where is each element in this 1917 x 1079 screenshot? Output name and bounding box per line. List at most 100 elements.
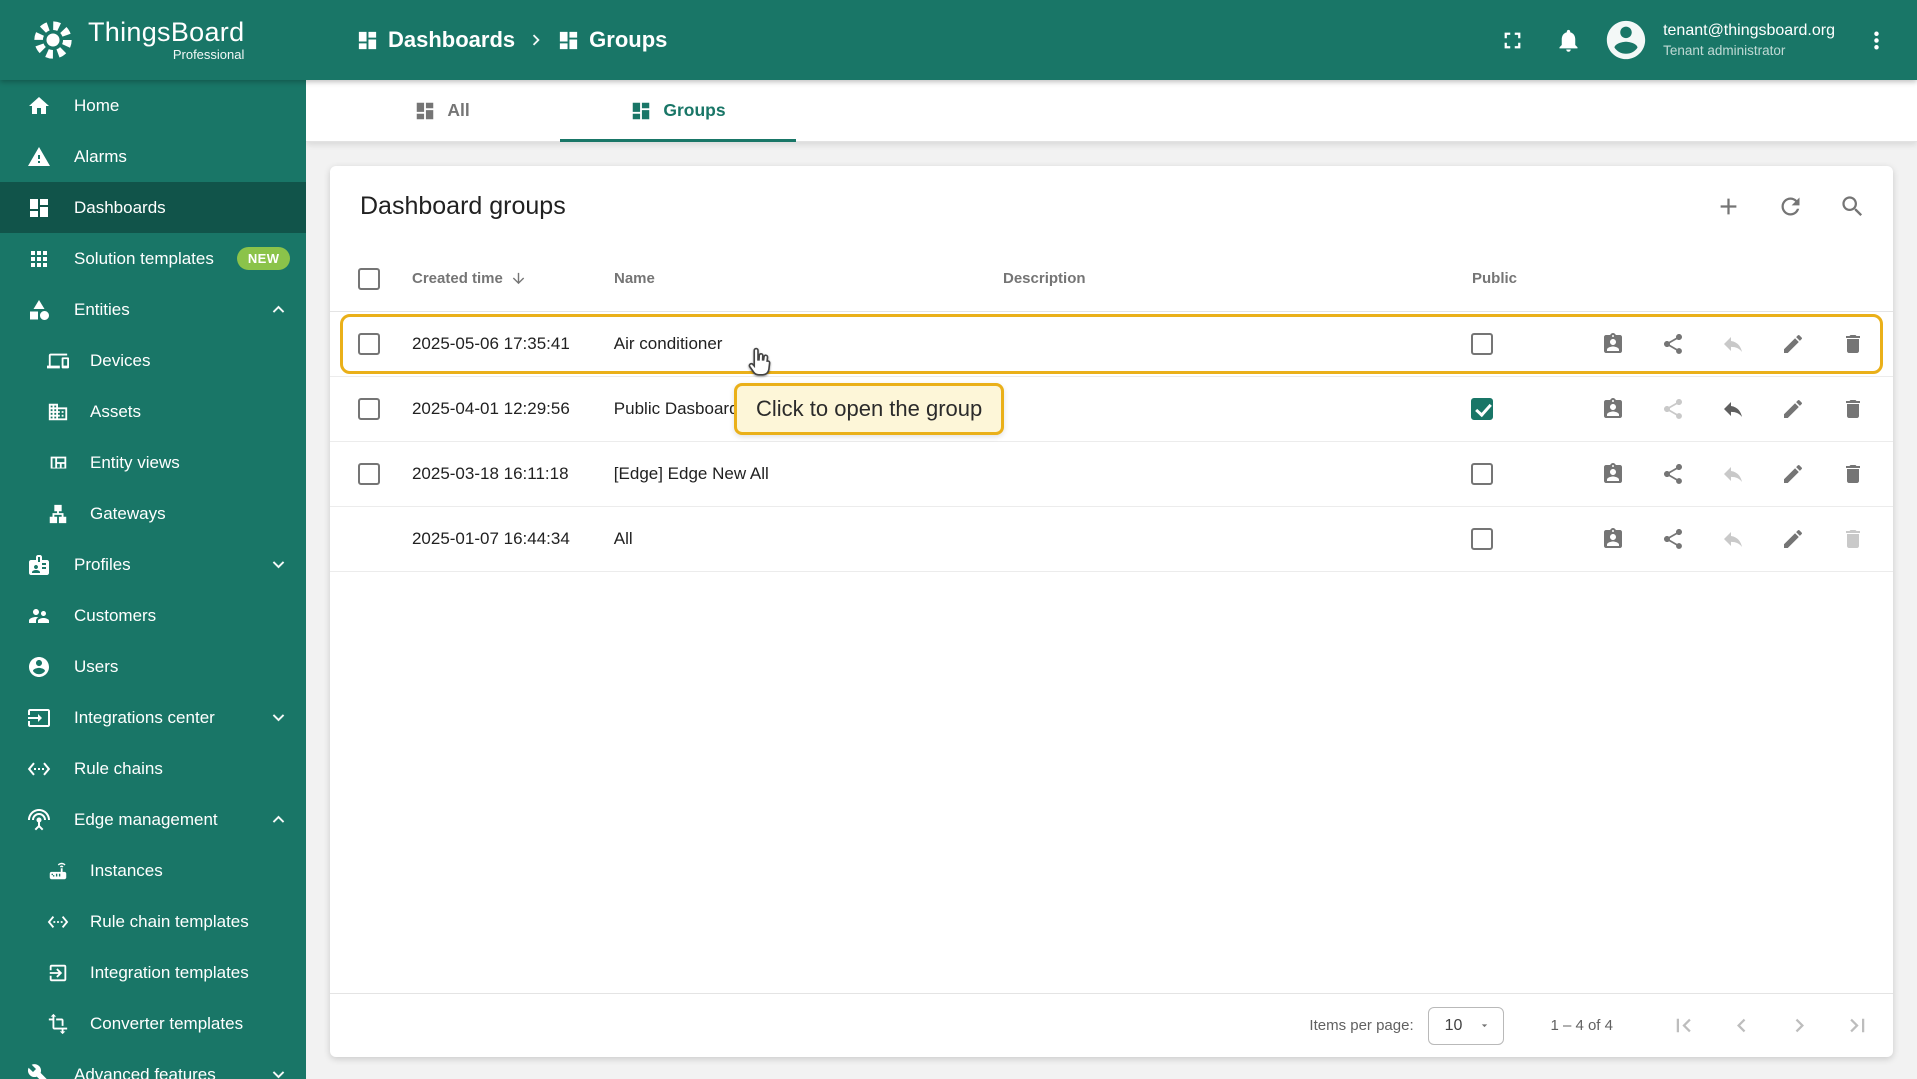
pagination-bar: Items per page: 10 1 – 4 of 4 xyxy=(330,993,1893,1057)
sidebar-item-integrations-center[interactable]: Integrations center xyxy=(0,692,306,743)
sidebar-item-entities[interactable]: Entities xyxy=(0,284,306,335)
share-button[interactable] xyxy=(1651,452,1695,496)
column-description[interactable]: Description xyxy=(1003,270,1472,287)
next-page-button xyxy=(1775,1002,1823,1050)
breadcrumb-groups[interactable]: Groups xyxy=(557,27,667,53)
edit-button[interactable] xyxy=(1771,452,1815,496)
cell-created-time: 2025-05-06 17:35:41 xyxy=(411,334,570,353)
dashboards-icon xyxy=(27,196,51,220)
select-all-checkbox[interactable] xyxy=(358,267,380,290)
column-label: Created time xyxy=(412,270,503,287)
table-row[interactable]: 2025-04-01 12:29:56 Public Dasboard xyxy=(330,377,1893,442)
rule-chains-icon xyxy=(27,757,51,781)
sidebar-item-advanced-features[interactable]: Advanced features xyxy=(0,1049,306,1079)
dashboard-groups-card: Dashboard groups Created time Name Descr… xyxy=(330,166,1893,1057)
delete-button[interactable] xyxy=(1831,387,1875,431)
manage-users-button[interactable] xyxy=(1591,322,1635,366)
more-vert-icon xyxy=(1863,27,1890,54)
share-icon xyxy=(1661,332,1685,356)
breadcrumb-label: Groups xyxy=(589,27,668,52)
table-row[interactable]: 2025-05-06 17:35:41 Air conditioner xyxy=(330,312,1893,377)
sidebar-item-assets[interactable]: Assets xyxy=(0,386,306,437)
manage-users-button[interactable] xyxy=(1591,452,1635,496)
make-private-button xyxy=(1711,322,1755,366)
sidebar-item-devices[interactable]: Devices xyxy=(0,335,306,386)
breadcrumb-dashboards[interactable]: Dashboards xyxy=(356,27,515,53)
sidebar-item-label: Rule chains xyxy=(74,758,163,778)
advanced-features-icon xyxy=(27,1063,51,1079)
sidebar-item-label: Customers xyxy=(74,605,157,625)
tab-all[interactable]: All xyxy=(324,80,560,141)
integration-templates-icon xyxy=(47,962,69,984)
sidebar-item-label: Rule chain templates xyxy=(90,911,249,931)
sidebar-item-customers[interactable]: Customers xyxy=(0,590,306,641)
share-button[interactable] xyxy=(1651,517,1695,561)
column-created-time[interactable]: Created time xyxy=(412,270,614,287)
fullscreen-button[interactable] xyxy=(1487,15,1537,65)
sidebar-item-dashboards[interactable]: Dashboards xyxy=(0,182,306,233)
row-checkbox[interactable] xyxy=(358,463,380,485)
delete-icon xyxy=(1841,397,1865,421)
entity-views-icon xyxy=(47,452,69,474)
sidebar-item-rule-chains[interactable]: Rule chains xyxy=(0,743,306,794)
cell-created-time: 2025-04-01 12:29:56 xyxy=(411,399,570,418)
rule-chain-templates-icon xyxy=(47,911,69,933)
edit-button[interactable] xyxy=(1771,387,1815,431)
sidebar-item-gateways[interactable]: Gateways xyxy=(0,488,306,539)
column-name[interactable]: Name xyxy=(614,270,1003,287)
add-group-button[interactable] xyxy=(1703,181,1753,231)
sidebar-item-converter-templates[interactable]: Converter templates xyxy=(0,998,306,1049)
sidebar-item-label: Entities xyxy=(74,299,130,319)
sidebar-item-integration-templates[interactable]: Integration templates xyxy=(0,947,306,998)
sidebar-item-home[interactable]: Home xyxy=(0,80,306,131)
delete-button[interactable] xyxy=(1831,452,1875,496)
sidebar-item-alarms[interactable]: Alarms xyxy=(0,131,306,182)
sidebar-item-label: Integrations center xyxy=(74,707,215,727)
manage-users-button[interactable] xyxy=(1591,517,1635,561)
sidebar-item-rule-chain-templates[interactable]: Rule chain templates xyxy=(0,896,306,947)
edit-button[interactable] xyxy=(1771,322,1815,366)
make-private-icon xyxy=(1721,462,1745,486)
logo-area[interactable]: ThingsBoard Professional xyxy=(0,17,306,63)
make-private-button xyxy=(1711,452,1755,496)
sidebar-item-edge-management[interactable]: Edge management xyxy=(0,794,306,845)
refresh-button[interactable] xyxy=(1765,181,1815,231)
search-button[interactable] xyxy=(1827,181,1877,231)
share-button xyxy=(1651,387,1695,431)
devices-icon xyxy=(47,350,69,372)
sidebar-item-entity-views[interactable]: Entity views xyxy=(0,437,306,488)
dashboards-icon xyxy=(414,100,436,122)
entities-icon xyxy=(27,298,51,322)
items-per-page-select[interactable]: 10 xyxy=(1427,1006,1505,1045)
user-avatar[interactable] xyxy=(1603,17,1649,63)
breadcrumb-label: Dashboards xyxy=(388,27,516,52)
sidebar-item-users[interactable]: Users xyxy=(0,641,306,692)
table-row[interactable]: 2025-03-18 16:11:18 [Edge] Edge New All xyxy=(330,442,1893,507)
card-toolbar: Dashboard groups xyxy=(330,166,1893,246)
share-icon xyxy=(1661,462,1685,486)
row-checkbox[interactable] xyxy=(358,333,380,355)
integrations-icon xyxy=(27,706,51,730)
notifications-button[interactable] xyxy=(1543,15,1593,65)
sidebar-item-solution-templates[interactable]: Solution templates NEW xyxy=(0,233,306,284)
sidebar-item-instances[interactable]: Instances xyxy=(0,845,306,896)
row-checkbox[interactable] xyxy=(358,398,380,420)
sidebar-item-profiles[interactable]: Profiles xyxy=(0,539,306,590)
toolbar-actions xyxy=(1703,181,1877,231)
alarms-icon xyxy=(27,145,51,169)
share-button[interactable] xyxy=(1651,322,1695,366)
make-private-button[interactable] xyxy=(1711,387,1755,431)
edit-button[interactable] xyxy=(1771,517,1815,561)
dashboards-icon xyxy=(630,100,652,122)
column-public[interactable]: Public xyxy=(1472,270,1592,287)
make-private-icon xyxy=(1721,527,1745,551)
table-header-row: Created time Name Description Public xyxy=(330,246,1893,312)
edge-management-icon xyxy=(27,808,51,832)
table-row[interactable]: 2025-01-07 16:44:34 All xyxy=(330,507,1893,572)
manage-users-button[interactable] xyxy=(1591,387,1635,431)
tab-groups[interactable]: Groups xyxy=(560,80,796,142)
sidebar-item-label: Home xyxy=(74,95,120,115)
more-menu-button[interactable] xyxy=(1851,15,1901,65)
delete-button[interactable] xyxy=(1831,322,1875,366)
tab-bar: All Groups xyxy=(306,80,1917,142)
